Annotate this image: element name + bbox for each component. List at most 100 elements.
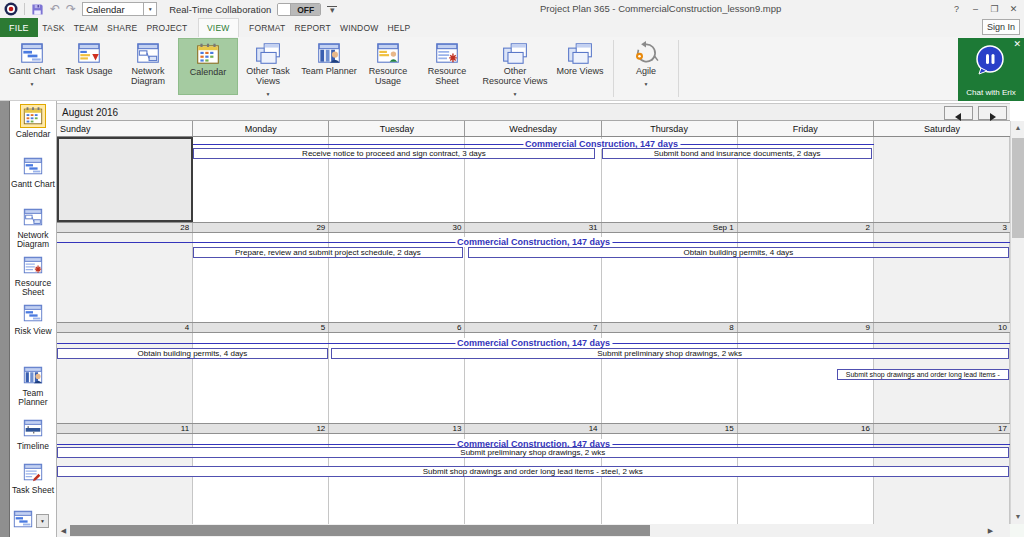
close-button[interactable]: ✕ — [1005, 4, 1022, 14]
summary-task-label[interactable]: Commercial Construction, 147 days — [455, 237, 612, 247]
task-bar[interactable]: Obtain building permits, 4 days — [468, 247, 1008, 258]
menu-tab-format[interactable]: FORMAT — [245, 18, 290, 37]
calendar-icon — [195, 41, 221, 67]
day-cell[interactable] — [874, 137, 1010, 222]
network-diagram-icon — [20, 205, 46, 229]
view-bar-more[interactable]: ▼ — [12, 508, 56, 534]
team-planner-icon — [20, 363, 46, 387]
help-button[interactable]: ? — [948, 4, 965, 14]
calendar-weeks: Commercial Construction, 147 days Receive… — [57, 137, 1010, 524]
menu-tab-window[interactable]: WINDOW — [335, 18, 383, 37]
summary-task-label[interactable]: Commercial Construction, 147 days — [455, 338, 612, 348]
day-cell[interactable] — [57, 233, 193, 322]
ribbon-button-gantt-chart[interactable]: Gantt Chart▼ — [6, 38, 58, 95]
date-label: 17 — [874, 424, 1010, 433]
date-label: 29 — [193, 223, 329, 232]
qat-customize-icon[interactable]: ▾ — [327, 6, 337, 13]
collab-toggle[interactable]: OFF — [277, 3, 321, 16]
gantt-chart-icon — [19, 40, 45, 66]
chat-with-erix-button[interactable]: ✕ Chat with Erix — [958, 38, 1024, 101]
redo-icon[interactable]: ↷ — [66, 2, 76, 16]
scroll-up-icon[interactable]: ▲ — [1011, 121, 1024, 135]
restore-button[interactable]: ❐ — [986, 4, 1003, 14]
date-band: 45678910 — [57, 322, 1010, 333]
horizontal-scrollbar[interactable]: ◀ ▶ — [57, 524, 1010, 537]
menu-tab-share[interactable]: SHARE — [103, 18, 142, 37]
day-cell[interactable] — [57, 137, 193, 222]
task-bar[interactable]: Prepare, review and submit project sched… — [193, 247, 463, 258]
quick-access-toolbar: ↶ ↷ Calendar ▼ Real-Time Collaboration O… — [4, 0, 337, 18]
task-bar[interactable]: Receive notice to proceed and sign contr… — [193, 148, 595, 159]
ribbon-separator — [613, 40, 614, 97]
task-sheet-icon — [20, 460, 46, 484]
menu-tab-project[interactable]: PROJECT — [142, 18, 192, 37]
sign-in-button[interactable]: Sign In — [982, 19, 1020, 35]
ribbon-button-task-usage[interactable]: Task Usage — [60, 38, 118, 95]
task-usage-icon — [76, 40, 102, 66]
day-cell[interactable] — [57, 333, 193, 423]
task-bar[interactable]: Submit preliminary shop drawings, 2 wks — [57, 447, 1009, 458]
task-bar[interactable]: Submit shop drawings and order long lead… — [57, 466, 1009, 477]
menu-tab-task[interactable]: TASK — [38, 18, 69, 37]
view-bar-item-team-planner[interactable]: TeamPlanner — [10, 363, 56, 407]
day-cell[interactable] — [602, 333, 738, 423]
view-bar-item-gantt-chart[interactable]: Gantt Chart — [10, 154, 56, 189]
ribbon-button-more-views[interactable]: More Views — [552, 38, 608, 95]
view-bar-item-calendar[interactable]: Calendar — [10, 104, 56, 139]
view-bar-item-risk-view[interactable]: Risk View — [10, 301, 56, 336]
day-header-saturday: Saturday — [874, 121, 1010, 136]
task-bar[interactable]: Obtain building permits, 4 days — [57, 348, 328, 359]
scroll-down-icon[interactable]: ▼ — [1011, 510, 1024, 524]
view-bar-item-network-diagram[interactable]: NetworkDiagram — [10, 205, 56, 249]
menubar: FILETASKTEAMSHAREPROJECT VIEW FORMATREPORT… — [0, 18, 1024, 37]
menu-tab-help[interactable]: HELP — [383, 18, 415, 37]
date-label: 10 — [874, 323, 1010, 332]
menu-tab-report[interactable]: REPORT — [290, 18, 335, 37]
dropdown-caret-icon: ▼ — [266, 89, 271, 99]
date-label: 6 — [329, 323, 465, 332]
minimize-button[interactable]: – — [967, 4, 984, 14]
month-label: August 2016 — [62, 107, 118, 118]
ribbon-button-calendar[interactable]: Calendar — [178, 38, 238, 95]
ribbon-button-team-planner[interactable]: Team Planner — [298, 38, 360, 95]
scroll-right-icon[interactable]: ▶ — [984, 524, 997, 537]
menu-tab-view[interactable]: VIEW — [198, 18, 239, 37]
view-bar-item-task-sheet[interactable]: Task Sheet — [10, 460, 56, 495]
task-bar[interactable]: Submit bond and insurance documents, 2 d… — [602, 148, 873, 159]
ribbon-button-resource-sheet[interactable]: Resource Sheet — [416, 38, 478, 95]
scroll-left-icon[interactable]: ◀ — [57, 524, 70, 537]
week-row-0: Commercial Construction, 147 daysReceive… — [57, 137, 1010, 222]
ribbon-button-network-diagram[interactable]: NetworkDiagram — [120, 38, 176, 95]
date-label: 4 — [57, 323, 193, 332]
chevron-down-icon[interactable]: ▼ — [143, 3, 156, 15]
task-bar[interactable]: Submit preliminary shop drawings, 2 wks — [331, 348, 1009, 359]
save-icon[interactable] — [31, 3, 44, 16]
date-label: Sep 1 — [602, 223, 738, 232]
chat-close-icon[interactable]: ✕ — [1013, 39, 1021, 49]
next-week-button[interactable] — [978, 106, 1007, 120]
window-controls: ? – ❐ ✕ — [948, 0, 1022, 17]
chat-bubble-icon — [974, 44, 1006, 76]
ribbon-button-other-resource-views[interactable]: OtherResource Views▼ — [480, 38, 550, 95]
vertical-scrollbar[interactable]: ▲ ▼ — [1010, 121, 1024, 524]
view-selector-dropdown[interactable]: Calendar ▼ — [82, 2, 157, 16]
ribbon-separator — [678, 40, 679, 97]
previous-week-button[interactable] — [944, 106, 973, 120]
view-bar-splitter[interactable] — [0, 101, 10, 537]
day-cell[interactable] — [193, 333, 329, 423]
vertical-scrollbar-thumb[interactable] — [1012, 138, 1024, 238]
day-cell[interactable] — [329, 333, 465, 423]
undo-icon[interactable]: ↶ — [50, 2, 60, 16]
menu-tab-file[interactable]: FILE — [0, 18, 38, 37]
date-label: 5 — [193, 323, 329, 332]
view-bar-item-resource-sheet[interactable]: ResourceSheet — [10, 253, 56, 297]
horizontal-scrollbar-thumb[interactable] — [70, 525, 650, 536]
date-label: 15 — [602, 424, 738, 433]
ribbon-button-other-task-views[interactable]: Other TaskViews▼ — [240, 38, 296, 95]
view-bar-dropdown[interactable]: ▼ — [36, 514, 49, 528]
menu-tab-team[interactable]: TEAM — [69, 18, 102, 37]
task-bar[interactable]: Submit shop drawings and order long lead… — [837, 369, 1009, 380]
ribbon-button-agile[interactable]: Agile▼ — [619, 38, 673, 95]
ribbon-button-resource-usage[interactable]: ResourceUsage — [362, 38, 414, 95]
view-bar-item-timeline[interactable]: Timeline — [10, 416, 56, 451]
